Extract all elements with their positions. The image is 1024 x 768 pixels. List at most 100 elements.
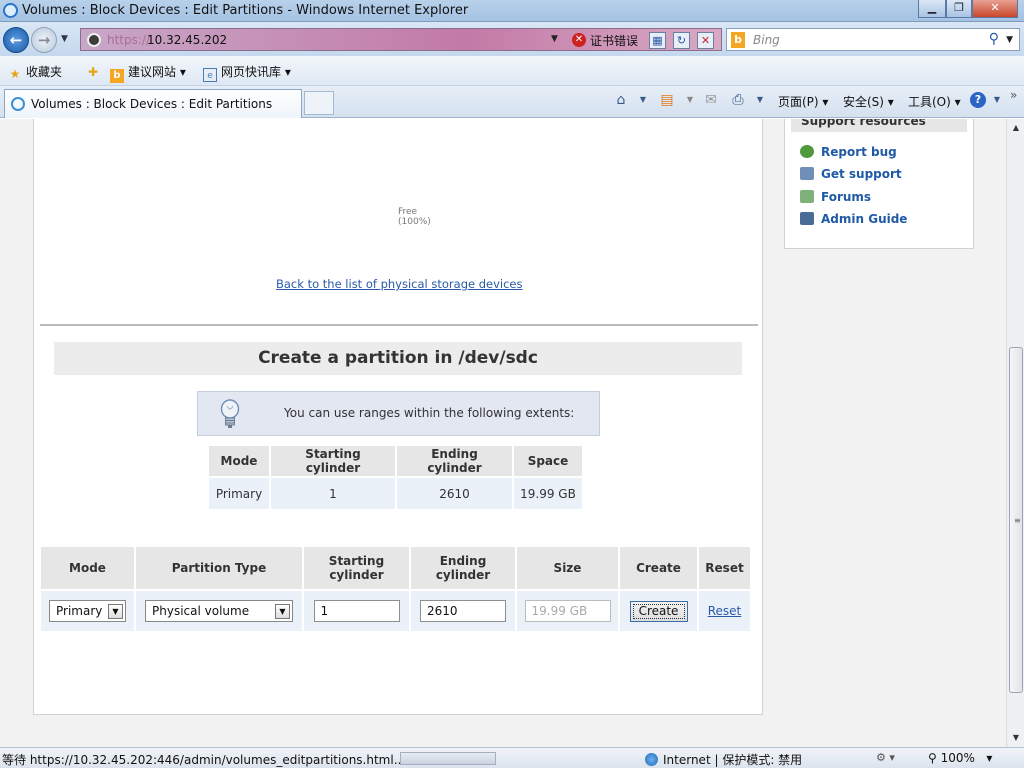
size-input: 19.99 GB (524, 600, 611, 622)
section-divider (40, 324, 758, 326)
search-dropdown-icon[interactable]: ▼ (1006, 35, 1013, 45)
back-button[interactable]: ← (3, 27, 29, 53)
extents-header-start: Starting cylinder (271, 446, 395, 476)
search-input[interactable]: b Bing ⚲ ▼ (726, 28, 1020, 51)
starting-cylinder-input[interactable]: 1 (313, 600, 400, 622)
tip-text: You can use ranges within the following … (284, 406, 575, 420)
manage-addons-icon[interactable]: ⚙ ▾ (876, 751, 895, 764)
more-commands-button[interactable]: » (1010, 88, 1017, 102)
compatibility-view-icon[interactable]: ▦ (649, 32, 666, 49)
get-support-link[interactable]: Get support (800, 167, 902, 181)
globe-icon (645, 753, 658, 766)
star-icon: ★ (9, 67, 21, 81)
cert-error-label: 证书错误 (590, 34, 639, 48)
support-resources-panel: Support resources Report bug Get support… (784, 119, 974, 249)
tab-active[interactable]: Volumes : Block Devices : Edit Partition… (4, 89, 302, 118)
maximize-button[interactable]: ❐ (946, 0, 972, 18)
page-menu[interactable]: 页面(P) ▾ (778, 93, 828, 110)
extents-cell-mode: Primary (209, 478, 269, 509)
help-dropdown-icon[interactable]: ▼ (988, 91, 1006, 109)
back-to-devices-link[interactable]: Back to the list of physical storage dev… (276, 277, 523, 291)
zoom-level[interactable]: ⚲ 100% ▾ (928, 751, 992, 765)
home-dropdown-icon[interactable]: ▼ (634, 91, 652, 109)
extents-cell-space: 19.99 GB (514, 478, 582, 509)
forward-button[interactable]: → (31, 27, 57, 53)
main-content-panel: Free (100%) Back to the list of physical… (33, 119, 763, 715)
lightbulb-icon (220, 399, 240, 428)
report-bug-label: Report bug (821, 145, 897, 159)
grip-icon: ≡ (1014, 516, 1021, 525)
create-cell: Create (620, 591, 697, 631)
reset-cell: Reset (699, 591, 750, 631)
recent-pages-dropdown-icon[interactable]: ▼ (61, 34, 68, 44)
security-zone[interactable]: Internet | 保护模式: 禁用 (645, 751, 802, 768)
favorites-bar: ★ 收藏夹 ✚ b 建议网站 ▾ e 网页快讯库 ▾ (0, 56, 1024, 86)
cert-error-icon: ✕ (572, 33, 586, 47)
tab-label: Volumes : Block Devices : Edit Partition… (31, 97, 273, 111)
table-row: Primary ▼ Physical volume ▼ 1 2610 19.99… (41, 591, 750, 631)
support-resources-title: Support resources (791, 119, 967, 132)
forums-link[interactable]: Forums (800, 190, 871, 204)
zone-label: Internet | 保护模式: 禁用 (663, 753, 803, 767)
help-icon[interactable]: ? (970, 92, 986, 108)
tools-menu[interactable]: 工具(O) ▾ (908, 93, 961, 110)
extents-cell-start: 1 (271, 478, 395, 509)
chevron-down-icon[interactable]: ▼ (275, 604, 290, 619)
status-text: 等待 https://10.32.45.202:446/admin/volume… (2, 753, 406, 767)
close-button[interactable]: ✕ (972, 0, 1018, 18)
partition-type-select[interactable]: Physical volume ▼ (145, 600, 293, 622)
search-placeholder: Bing (753, 33, 780, 47)
free-text: Free (398, 207, 418, 217)
refresh-icon[interactable]: ↻ (673, 32, 690, 49)
print-dropdown-icon[interactable]: ▼ (751, 91, 769, 109)
mode-select-value: Primary (56, 604, 103, 618)
print-icon[interactable]: ⎙ (729, 91, 747, 109)
suggested-sites-button[interactable]: b 建议网站 ▾ (110, 63, 186, 83)
report-bug-link[interactable]: Report bug (800, 145, 897, 159)
feeds-icon[interactable]: ▤ (658, 91, 676, 109)
partition-form-table: Mode Partition Type Starting cylinder En… (39, 545, 752, 633)
form-header-size: Size (517, 547, 618, 589)
starting-cylinder-cell: 1 (304, 591, 409, 631)
address-bar[interactable]: https:// 10.32.45.202 ▼ ✕ 证书错误 ▦ ↻ ✕ (80, 28, 722, 51)
stop-icon[interactable]: ✕ (697, 32, 714, 49)
home-icon[interactable]: ⌂ (612, 91, 630, 109)
certificate-error-button[interactable]: ✕ 证书错误 (570, 30, 642, 50)
forums-label: Forums (821, 190, 872, 204)
ending-cylinder-input[interactable]: 2610 (420, 600, 506, 622)
admin-guide-link[interactable]: Admin Guide (800, 212, 907, 226)
ending-cylinder-cell: 2610 (411, 591, 515, 631)
form-header-create: Create (620, 547, 697, 589)
disk-free-label: Free (100%) (398, 207, 431, 227)
address-dropdown-icon[interactable]: ▼ (551, 34, 558, 44)
read-mail-icon[interactable]: ✉ (702, 91, 720, 109)
favorites-button[interactable]: ★ 收藏夹 (8, 63, 62, 81)
search-icon[interactable]: ⚲ (989, 31, 999, 47)
extents-header-mode: Mode (209, 446, 269, 476)
bug-icon (800, 145, 814, 158)
chevron-down-icon[interactable]: ▼ (108, 604, 123, 619)
scroll-down-icon[interactable]: ▼ (1009, 731, 1023, 745)
table-row: Primary 1 2610 19.99 GB (209, 478, 582, 509)
add-favorite-button[interactable]: ✚ (86, 63, 104, 79)
scrollbar-thumb[interactable]: ≡ (1009, 347, 1023, 693)
suggested-sites-label: 建议网站 ▾ (128, 65, 186, 79)
navigation-bar: ← → ▼ https:// 10.32.45.202 ▼ ✕ 证书错误 ▦ ↻… (0, 22, 1024, 56)
new-tab-button[interactable] (304, 91, 334, 115)
mode-select[interactable]: Primary ▼ (49, 600, 126, 622)
url-protocol: https:// (107, 33, 151, 47)
scroll-up-icon[interactable]: ▲ (1009, 121, 1023, 135)
web-slice-gallery-button[interactable]: e 网页快讯库 ▾ (203, 63, 291, 82)
page-viewport: Free (100%) Back to the list of physical… (0, 119, 1006, 747)
bing-icon: b (110, 69, 124, 83)
reset-link[interactable]: Reset (708, 604, 742, 618)
ie-logo-icon (3, 3, 18, 18)
form-header-partition-type: Partition Type (136, 547, 302, 589)
safety-menu[interactable]: 安全(S) ▾ (843, 93, 894, 110)
minimize-button[interactable]: ▁ (918, 0, 946, 18)
create-button[interactable]: Create (629, 600, 688, 622)
tab-bar: Volumes : Block Devices : Edit Partition… (0, 86, 1024, 118)
feeds-dropdown-icon[interactable]: ▼ (681, 91, 699, 109)
vertical-scrollbar[interactable]: ▲ ≡ ▼ (1006, 119, 1024, 747)
favorites-label: 收藏夹 (26, 65, 63, 79)
